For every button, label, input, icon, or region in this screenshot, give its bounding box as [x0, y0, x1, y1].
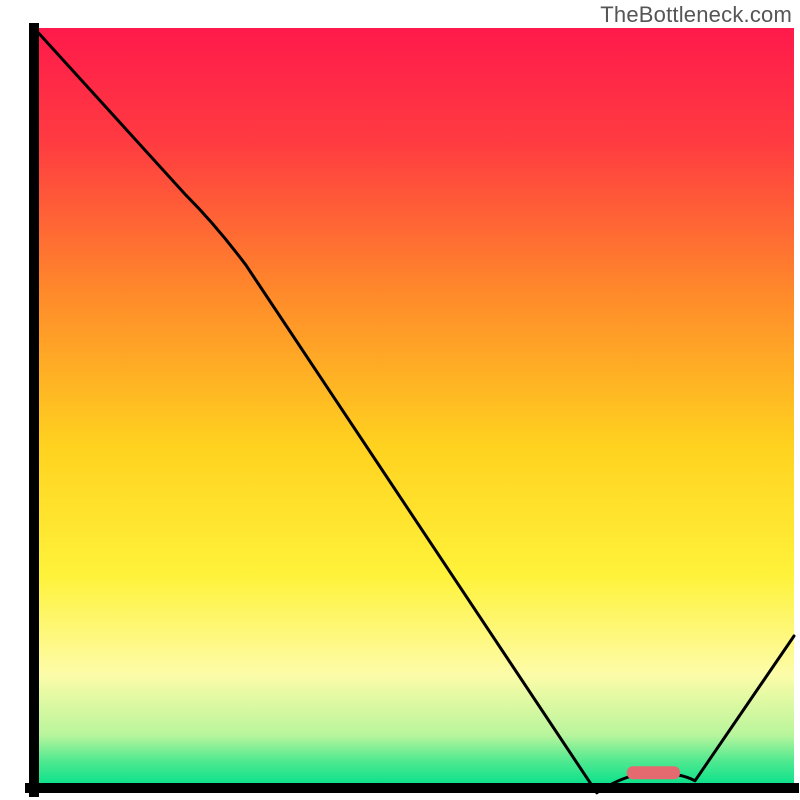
- optimum-marker: [627, 766, 680, 779]
- plot-background: [34, 28, 794, 788]
- chart-frame: TheBottleneck.com: [0, 0, 800, 800]
- bottleneck-chart: [0, 0, 800, 800]
- watermark-label: TheBottleneck.com: [600, 2, 792, 28]
